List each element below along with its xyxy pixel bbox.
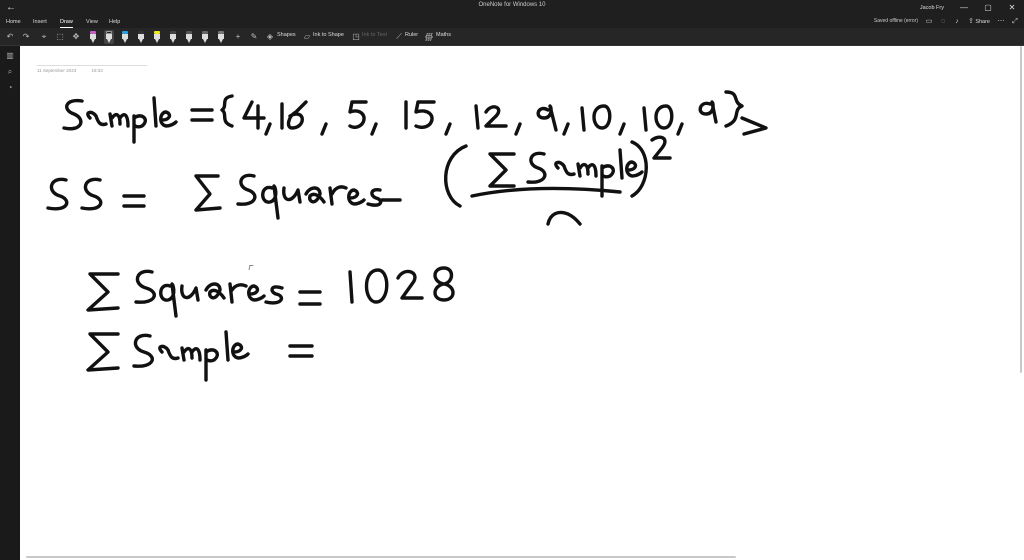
navigation-rail: ▥ ⌕ ◔ bbox=[0, 46, 20, 560]
user-name[interactable]: Jacob Fry bbox=[920, 5, 944, 11]
page-view-icon[interactable]: ▭ bbox=[924, 16, 934, 28]
bell-icon[interactable]: ♪ bbox=[952, 16, 962, 28]
vertical-scrollbar[interactable] bbox=[1020, 46, 1022, 373]
pen-tip bbox=[171, 39, 175, 43]
tab-help[interactable]: Help bbox=[109, 17, 120, 27]
ink-line-sum-sample bbox=[86, 330, 314, 382]
maths-icon: ∰ bbox=[424, 32, 434, 41]
ink-line-sample-set bbox=[62, 90, 768, 144]
back-arrow-icon[interactable]: ← bbox=[4, 1, 18, 15]
ink-line-sum-squares bbox=[86, 266, 455, 318]
undo-icon[interactable]: ↶ bbox=[4, 31, 16, 43]
pen-tool[interactable] bbox=[88, 30, 98, 44]
maximize-button[interactable]: ▢ bbox=[978, 0, 998, 16]
pen-tip bbox=[91, 39, 95, 43]
ink-line-ss-formula bbox=[46, 135, 672, 226]
notebooks-icon[interactable]: ▥ bbox=[4, 50, 16, 62]
search-icon[interactable]: ⌕ bbox=[4, 66, 16, 78]
tab-insert[interactable]: Insert bbox=[33, 17, 47, 27]
add-space-icon[interactable]: ✥ bbox=[70, 31, 82, 43]
pen-tool[interactable] bbox=[168, 30, 178, 44]
handwritten-ink bbox=[46, 90, 768, 382]
redo-icon[interactable]: ↷ bbox=[20, 31, 32, 43]
touch-draw-icon[interactable]: ✎ bbox=[248, 31, 260, 43]
pen-tip bbox=[187, 39, 191, 43]
pen-tip bbox=[155, 39, 159, 43]
recent-icon[interactable]: ◔ bbox=[4, 82, 16, 94]
ink-to-shape-button[interactable]: Ink to Shape bbox=[313, 32, 344, 38]
highlighter-tool[interactable] bbox=[152, 30, 162, 44]
horizontal-scrollbar[interactable] bbox=[26, 556, 736, 558]
pen-tool[interactable] bbox=[136, 30, 146, 44]
more-icon[interactable]: ⋯ bbox=[996, 16, 1006, 28]
shapes-icon: ◈ bbox=[266, 32, 274, 41]
tab-view[interactable]: View bbox=[86, 17, 98, 27]
select-objects-icon[interactable]: ⬚ bbox=[54, 31, 66, 43]
ink-to-text-icon: ◳ bbox=[352, 32, 360, 41]
menu-bar: Home Insert Draw View Help Saved offline… bbox=[0, 16, 1024, 28]
maths-button[interactable]: Maths bbox=[436, 32, 451, 38]
pen-tool[interactable] bbox=[200, 30, 210, 44]
add-pen-icon[interactable]: + bbox=[232, 31, 244, 43]
pen-tool[interactable] bbox=[216, 30, 226, 44]
share-button[interactable]: Share bbox=[975, 17, 990, 27]
pen-tool[interactable] bbox=[184, 30, 194, 44]
pen-tool-selected[interactable] bbox=[104, 30, 114, 44]
pen-tip bbox=[123, 39, 127, 43]
pen-tip bbox=[107, 39, 111, 43]
draw-toolbar: ↶ ↷ ⌖ ⬚ ✥ + ✎ ◈ Shapes ▱ Ink to Shape ◳ … bbox=[0, 28, 1024, 46]
lightbulb-icon[interactable]: ◌ bbox=[938, 16, 948, 28]
close-button[interactable]: ✕ bbox=[1002, 0, 1022, 16]
fullscreen-icon[interactable]: ⤢ bbox=[1010, 16, 1020, 28]
sync-status[interactable]: Saved offline (error) bbox=[874, 18, 918, 24]
title-bar: ← OneNote for Windows 10 Jacob Fry — ▢ ✕ bbox=[0, 0, 1024, 16]
pen-tip bbox=[219, 39, 223, 43]
pen-tool[interactable] bbox=[120, 30, 130, 44]
ink-to-text-button[interactable]: Ink to Text bbox=[362, 32, 387, 38]
window-title: OneNote for Windows 10 bbox=[478, 2, 546, 8]
tab-home[interactable]: Home bbox=[6, 17, 21, 27]
ruler-button[interactable]: Ruler bbox=[405, 32, 418, 38]
ruler-icon: ⟋ bbox=[396, 32, 402, 41]
pen-tip bbox=[203, 39, 207, 43]
note-canvas[interactable]: 11 September 2023 18:33 bbox=[20, 46, 1024, 560]
ink-to-shape-icon: ▱ bbox=[303, 32, 311, 41]
pen-tip bbox=[139, 39, 143, 43]
lasso-select-icon[interactable]: ⌖ bbox=[38, 31, 50, 43]
shapes-button[interactable]: Shapes bbox=[277, 32, 296, 38]
minimize-button[interactable]: — bbox=[954, 0, 974, 16]
tab-draw[interactable]: Draw bbox=[60, 17, 73, 28]
